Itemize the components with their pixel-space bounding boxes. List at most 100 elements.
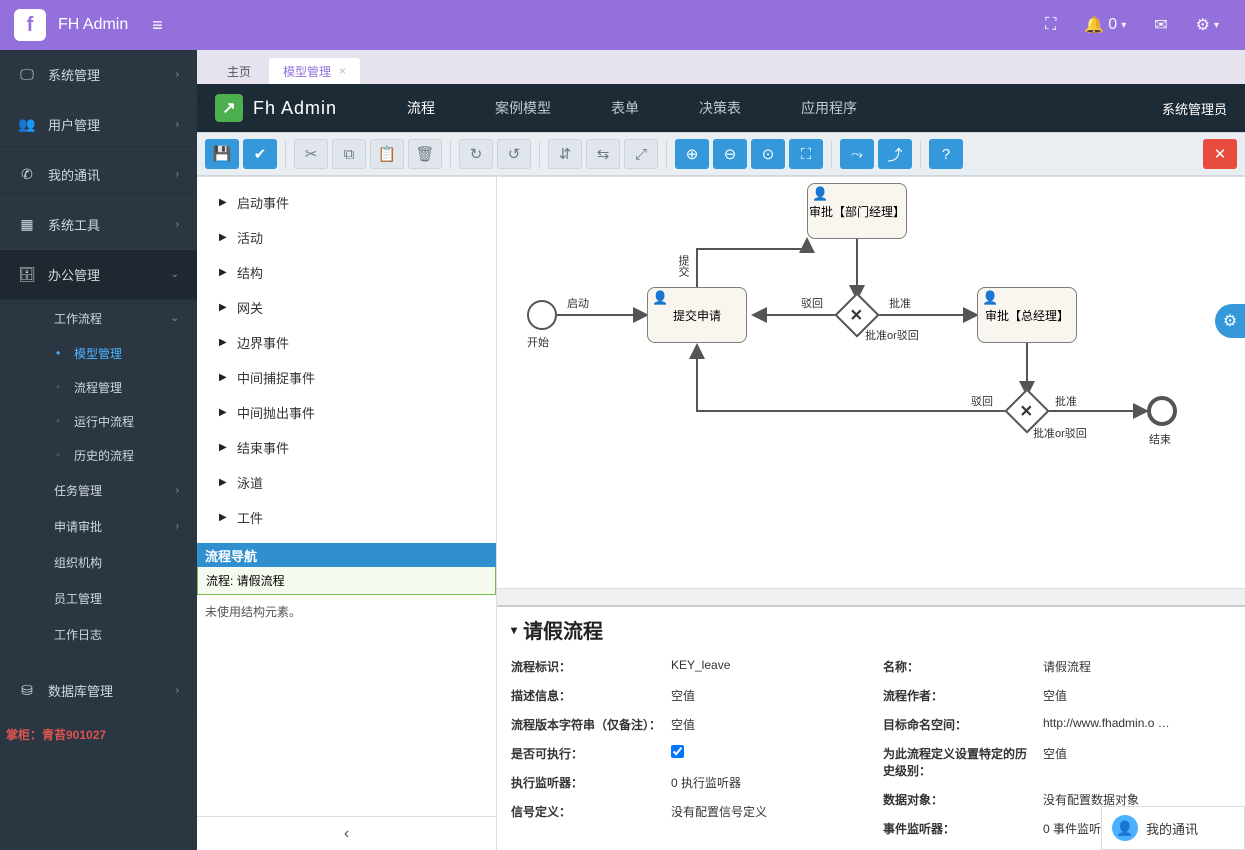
properties-title[interactable]: 请假流程 bbox=[497, 607, 1245, 652]
bend-add-button[interactable]: ⤳ bbox=[840, 139, 874, 169]
save-button[interactable]: 💾 bbox=[205, 139, 239, 169]
user-icon: 👤 bbox=[982, 290, 998, 306]
zoom-in-button[interactable]: ⊕ bbox=[675, 139, 709, 169]
align-vertical-button[interactable]: ⇵ bbox=[548, 139, 582, 169]
sidebar-leaf-running[interactable]: 运行中流程 bbox=[0, 404, 197, 438]
sidebar-leaf-model[interactable]: 模型管理 bbox=[0, 336, 197, 370]
node-start-label: 开始 bbox=[527, 334, 549, 350]
property-row[interactable]: 信号定义：没有配置信号定义 bbox=[511, 797, 859, 826]
sidebar-item-tools[interactable]: ▦系统工具› bbox=[0, 200, 197, 250]
subnav-app[interactable]: 应用程序 bbox=[801, 98, 857, 118]
sidebar-sub-staff[interactable]: 员工管理 bbox=[0, 580, 197, 616]
fullscreen-icon[interactable]: ⛶ bbox=[1045, 16, 1056, 34]
palette-item[interactable]: ▶活动 bbox=[197, 220, 496, 255]
align-horizontal-button[interactable]: ⇆ bbox=[586, 139, 620, 169]
close-button[interactable]: ✕ bbox=[1203, 139, 1237, 169]
palette-item[interactable]: ▶中间抛出事件 bbox=[197, 395, 496, 430]
palette-item[interactable]: ▶工件 bbox=[197, 500, 496, 535]
chat-label: 我的通讯 bbox=[1146, 819, 1198, 838]
settings-icon[interactable]: ⚙▾ bbox=[1196, 15, 1219, 35]
help-button[interactable]: ? bbox=[929, 139, 963, 169]
palette-collapse-icon[interactable]: ‹ bbox=[197, 816, 496, 850]
property-value: http://www.fhadmin.o … bbox=[1043, 716, 1231, 730]
sidebar-sub-org[interactable]: 组织机构 bbox=[0, 544, 197, 580]
property-row[interactable]: 名称：请假流程 bbox=[883, 652, 1231, 681]
redo-button[interactable]: ↻ bbox=[459, 139, 493, 169]
horizontal-scrollbar[interactable] bbox=[497, 588, 1245, 605]
same-size-button[interactable]: ⤢ bbox=[624, 139, 658, 169]
property-row[interactable]: 流程作者：空值 bbox=[883, 681, 1231, 710]
property-row[interactable]: 流程标识：KEY_leave bbox=[511, 652, 859, 681]
sidebar: 🖵系统管理› 👥用户管理› ✆我的通讯› ▦系统工具› 🗄办公管理⌄ 工作流程⌄… bbox=[0, 50, 197, 850]
nav-panel-row[interactable]: 流程: 请假流程 bbox=[197, 567, 496, 595]
page-tabs: 主页 模型管理 bbox=[197, 50, 1245, 84]
executable-checkbox[interactable] bbox=[671, 745, 684, 758]
property-row[interactable]: 目标命名空间：http://www.fhadmin.o … bbox=[883, 710, 1231, 739]
sidebar-item-office[interactable]: 🗄办公管理⌄ bbox=[0, 250, 197, 300]
property-value bbox=[671, 745, 859, 761]
menu-toggle-icon[interactable]: ≡ bbox=[152, 15, 163, 36]
palette-item[interactable]: ▶中间捕捉事件 bbox=[197, 360, 496, 395]
subnav-form[interactable]: 表单 bbox=[611, 98, 639, 118]
copy-button[interactable]: ⧉ bbox=[332, 139, 366, 169]
editor-logo-icon: ↗ bbox=[215, 94, 243, 122]
property-label: 为此流程定义设置特定的历史级别： bbox=[883, 745, 1033, 779]
diagram-canvas[interactable]: 开始 启动 👤提交申请 提交 👤审批【部门经理】 驳回 批准 批准or驳回 👤审… bbox=[497, 177, 1245, 588]
node-submit[interactable]: 👤提交申请 bbox=[647, 287, 747, 343]
brand-label: FH Admin bbox=[58, 16, 128, 34]
sidebar-item-users[interactable]: 👥用户管理› bbox=[0, 100, 197, 150]
property-label: 流程标识： bbox=[511, 658, 661, 675]
palette-item[interactable]: ▶结构 bbox=[197, 255, 496, 290]
node-end[interactable] bbox=[1147, 396, 1177, 426]
bend-remove-button[interactable]: ⤴ bbox=[878, 139, 912, 169]
side-settings-tab[interactable]: ⚙ bbox=[1215, 304, 1245, 338]
node-end-label: 结束 bbox=[1149, 431, 1171, 447]
mail-icon[interactable]: ✉ bbox=[1154, 15, 1167, 35]
subnav-process[interactable]: 流程 bbox=[407, 98, 435, 118]
sidebar-sub-workflow[interactable]: 工作流程⌄ bbox=[0, 300, 197, 336]
sidebar-sub-tasks[interactable]: 任务管理› bbox=[0, 472, 197, 508]
property-label: 描述信息： bbox=[511, 687, 661, 704]
sidebar-sub-approval[interactable]: 申请审批› bbox=[0, 508, 197, 544]
sidebar-leaf-history[interactable]: 历史的流程 bbox=[0, 438, 197, 472]
cut-button[interactable]: ✂ bbox=[294, 139, 328, 169]
palette-item[interactable]: ▶网关 bbox=[197, 290, 496, 325]
zoom-reset-button[interactable]: ⛶ bbox=[789, 139, 823, 169]
sidebar-item-database[interactable]: ⛁数据库管理› bbox=[0, 666, 197, 716]
validate-button[interactable]: ✔ bbox=[243, 139, 277, 169]
property-row[interactable]: 执行监听器：0 执行监听器 bbox=[511, 768, 859, 797]
subnav-case[interactable]: 案例模型 bbox=[495, 98, 551, 118]
property-label: 执行监听器： bbox=[511, 774, 661, 791]
palette-column: ▶启动事件▶活动▶结构▶网关▶边界事件▶中间捕捉事件▶中间抛出事件▶结束事件▶泳… bbox=[197, 177, 497, 850]
chat-widget[interactable]: 👤 我的通讯 bbox=[1101, 806, 1245, 850]
sidebar-item-system[interactable]: 🖵系统管理› bbox=[0, 50, 197, 100]
delete-button[interactable]: 🗑 bbox=[408, 139, 442, 169]
node-gm[interactable]: 👤审批【总经理】 bbox=[977, 287, 1077, 343]
undo-button[interactable]: ↺ bbox=[497, 139, 531, 169]
property-row[interactable]: 是否可执行： bbox=[511, 739, 859, 768]
subnav-decision[interactable]: 决策表 bbox=[699, 98, 741, 118]
palette-item[interactable]: ▶泳道 bbox=[197, 465, 496, 500]
editor-brand: Fh Admin bbox=[253, 98, 337, 119]
paste-button[interactable]: 📋 bbox=[370, 139, 404, 169]
sidebar-sub-log[interactable]: 工作日志 bbox=[0, 616, 197, 652]
sidebar-item-contacts[interactable]: ✆我的通讯› bbox=[0, 150, 197, 200]
node-start[interactable] bbox=[527, 300, 557, 330]
notification-icon[interactable]: 🔔0▾ bbox=[1084, 15, 1126, 35]
sidebar-leaf-process[interactable]: 流程管理 bbox=[0, 370, 197, 404]
page-tab-home[interactable]: 主页 bbox=[213, 58, 265, 84]
palette-item[interactable]: ▶边界事件 bbox=[197, 325, 496, 360]
page-tab-model[interactable]: 模型管理 bbox=[269, 58, 360, 84]
property-row[interactable]: 为此流程定义设置特定的历史级别：空值 bbox=[883, 739, 1231, 785]
edge-reject-1: 驳回 bbox=[801, 295, 823, 311]
zoom-fit-button[interactable]: ⊙ bbox=[751, 139, 785, 169]
palette: ▶启动事件▶活动▶结构▶网关▶边界事件▶中间捕捉事件▶中间抛出事件▶结束事件▶泳… bbox=[197, 177, 496, 543]
property-row[interactable]: 描述信息：空值 bbox=[511, 681, 859, 710]
property-row[interactable]: 流程版本字符串（仅备注）：空值 bbox=[511, 710, 859, 739]
zoom-out-button[interactable]: ⊖ bbox=[713, 139, 747, 169]
palette-item[interactable]: ▶启动事件 bbox=[197, 185, 496, 220]
property-label: 数据对象： bbox=[883, 791, 1033, 808]
current-user-label[interactable]: 系统管理员 bbox=[1162, 99, 1227, 118]
palette-item[interactable]: ▶结束事件 bbox=[197, 430, 496, 465]
node-manager[interactable]: 👤审批【部门经理】 bbox=[807, 183, 907, 239]
